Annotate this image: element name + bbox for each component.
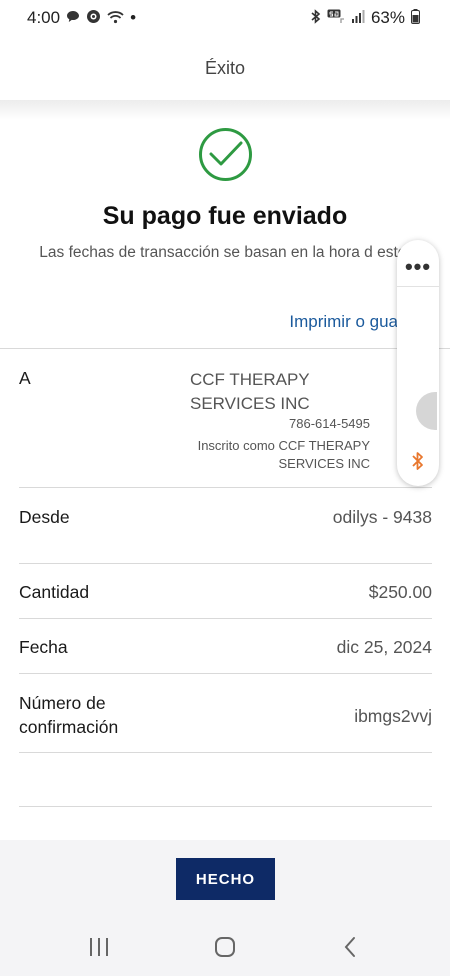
battery-percent: 63% [370,8,405,27]
status-left: 4:00 • [27,8,136,28]
divider [19,618,432,619]
5g-icon [327,9,345,27]
battery-icon [411,9,420,27]
chat-bubble-icon [66,10,80,26]
confirmation-value: ibmgs2vvj [354,706,432,726]
confirmation-label: Número de confirmación [19,693,119,737]
system-nav-bar [0,920,450,976]
recipient-phone: 786-614-5495 [289,416,370,431]
to-label: A [19,368,31,388]
date-label: Fecha [19,637,68,657]
success-title: Su pago fue enviado [102,202,348,230]
divider [19,673,432,674]
divider [19,487,432,488]
from-value: odilys - 9438 [332,507,432,527]
home-icon[interactable] [215,937,235,957]
divider [19,806,432,807]
status-dot: • [130,8,137,27]
success-check-icon [199,128,252,181]
more-icon[interactable]: ••• [397,254,439,280]
signal-icon [351,10,365,26]
divider [0,348,450,349]
recipient-enrolled: Inscrito como CCF THERAPY SERVICES INC [197,438,370,471]
media-icon [86,9,101,27]
bluetooth-icon [311,9,321,27]
recents-icon[interactable] [90,938,108,956]
divider [19,752,432,753]
status-time: 4:00 [27,8,61,27]
panel-handle[interactable] [416,392,437,430]
amount-label: Cantidad [19,582,90,602]
divider [19,563,432,564]
done-button[interactable]: HECHO [176,858,275,900]
status-right: 63% [311,8,420,28]
app-header: Éxito [0,36,450,100]
panel-separator [397,286,439,287]
date-value: dic 25, 2024 [336,637,432,657]
from-label: Desde [19,507,70,527]
back-icon[interactable] [343,936,357,963]
success-subtitle: Las fechas de transacción se basan en la… [39,244,411,261]
recipient-name: CCF THERAPY SERVICES INC [190,370,310,413]
wifi-icon [107,10,124,27]
floating-side-panel[interactable]: ••• [397,240,439,486]
amount-value: $250.00 [368,582,432,602]
print-or-save-link[interactable]: Imprimir o gua [289,312,398,332]
status-bar: 4:00 • 63% [0,0,450,36]
header-shadow [0,100,450,120]
bluetooth-icon[interactable] [397,450,439,477]
page-title: Éxito [204,57,246,78]
